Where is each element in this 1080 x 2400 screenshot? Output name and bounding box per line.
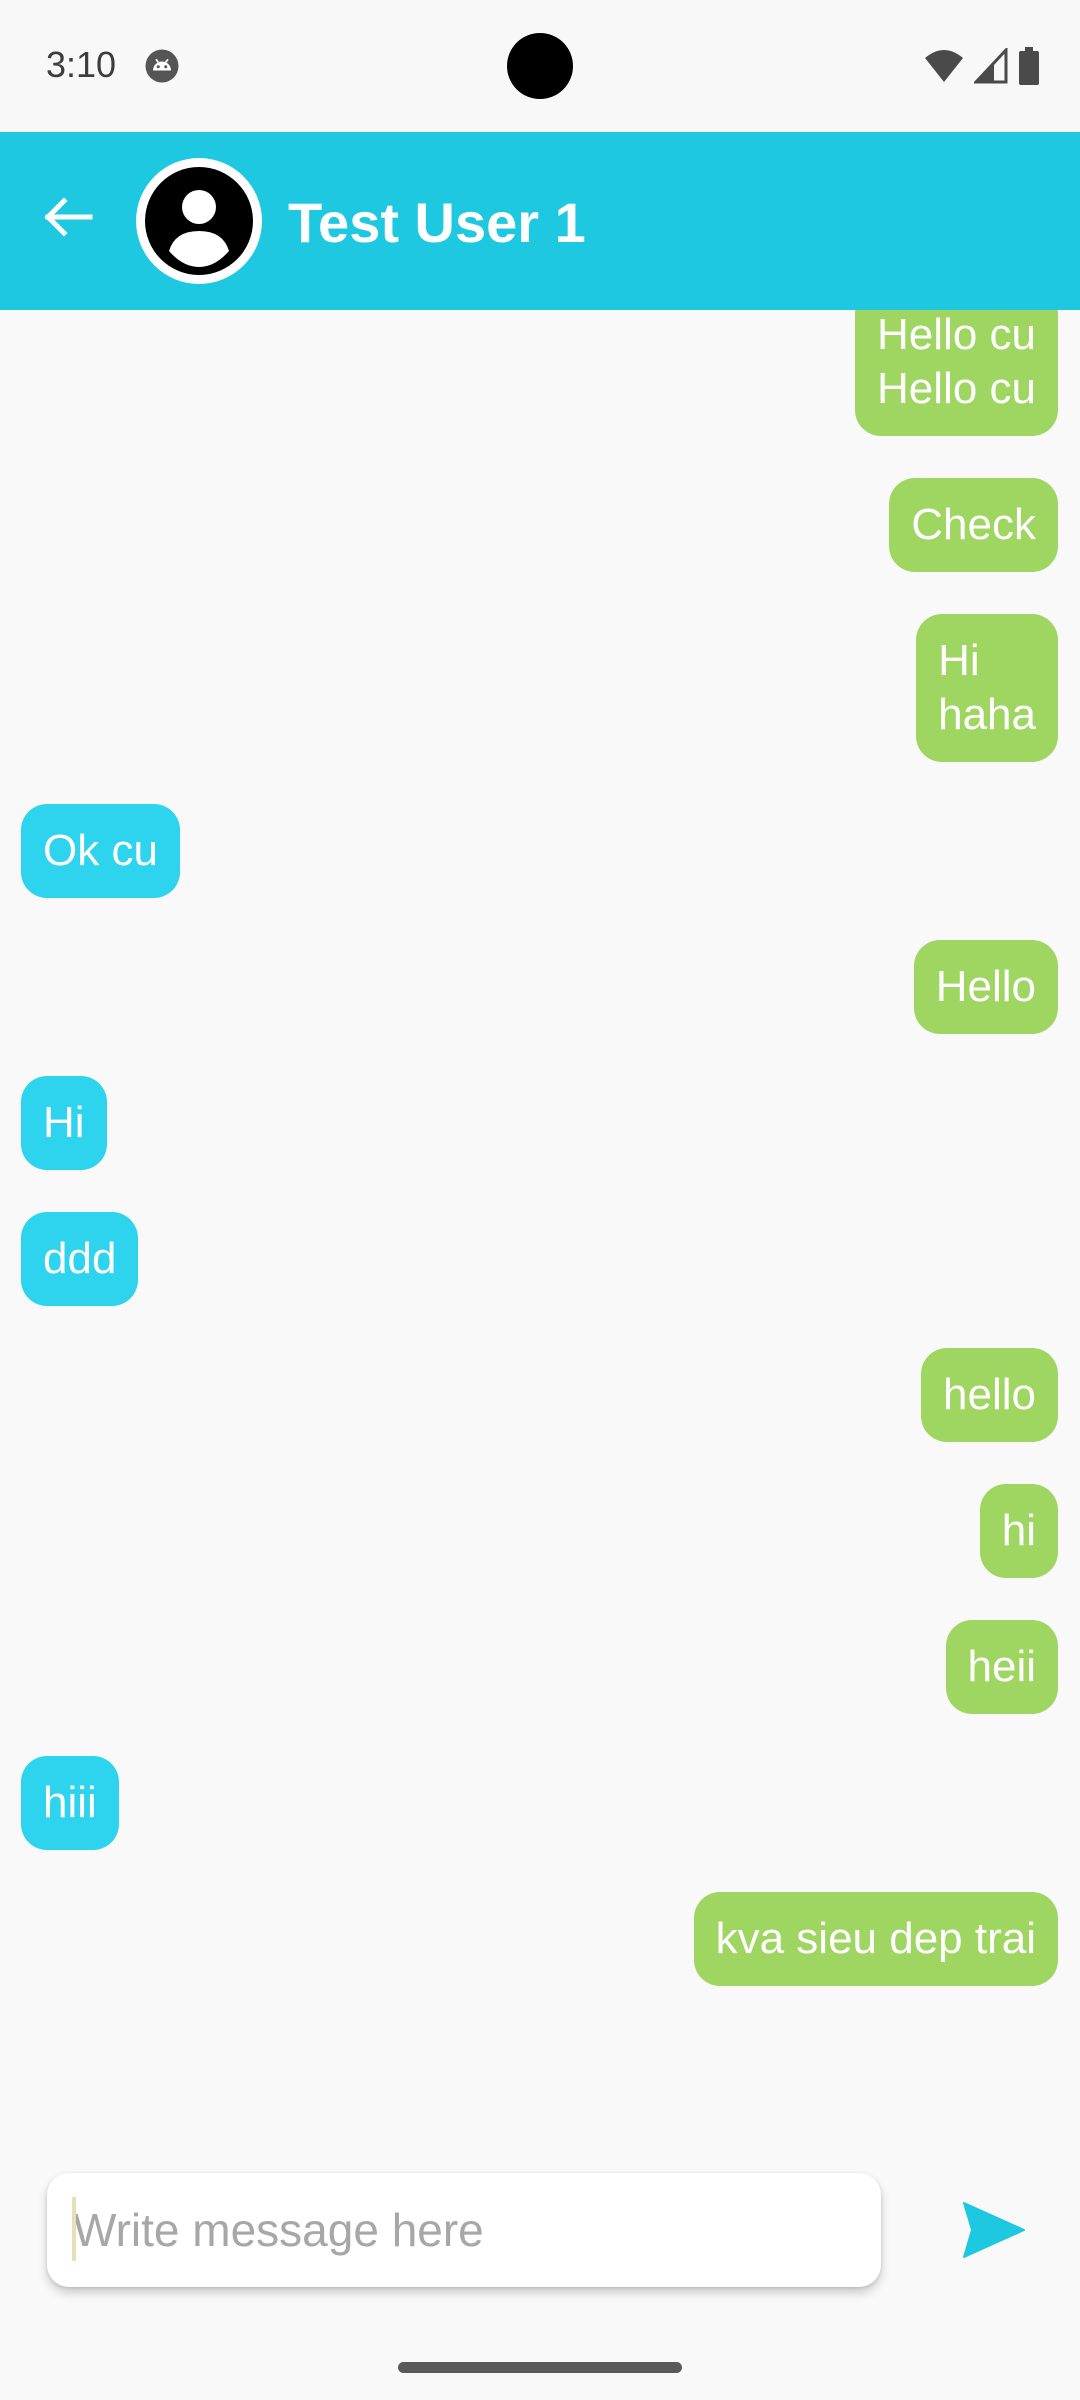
outgoing-message-bubble[interactable]: Hi haha — [916, 614, 1058, 762]
outgoing-message-bubble[interactable]: Hello cu Hello cu — [855, 310, 1058, 436]
incoming-message-bubble[interactable]: hiii — [21, 1756, 119, 1850]
message-row: hiii — [0, 1756, 1080, 1892]
status-bar: 3:10 — [0, 0, 1080, 132]
outgoing-message-bubble[interactable]: hello — [921, 1348, 1058, 1442]
message-list[interactable]: Hello cu Hello cu Check Hi haha Ok cu Hello H… — [0, 310, 1080, 2130]
message-row: Ok cu — [0, 804, 1080, 940]
wifi-icon — [925, 50, 963, 82]
text-cursor — [72, 2197, 76, 2261]
message-row: hi — [0, 1484, 1080, 1620]
outgoing-message-bubble[interactable]: kva sieu dep trai — [693, 1892, 1058, 1986]
message-row: Hi haha — [0, 614, 1080, 804]
back-button[interactable] — [36, 185, 100, 249]
message-list-content: Hello cu Hello cu Check Hi haha Ok cu Hello H… — [0, 310, 1080, 2028]
send-icon[interactable] — [962, 2201, 1026, 2259]
camera-cutout — [507, 33, 573, 99]
chat-app-bar: Test User 1 — [0, 132, 1080, 310]
outgoing-message-bubble[interactable]: heii — [945, 1620, 1058, 1714]
message-row: hello — [0, 1348, 1080, 1484]
message-row: Hi — [0, 1076, 1080, 1212]
message-input[interactable] — [47, 2173, 881, 2287]
chat-title: Test User 1 — [288, 191, 586, 254]
message-row: Hello — [0, 940, 1080, 1076]
incoming-message-bubble[interactable]: Ok cu — [21, 804, 180, 898]
incoming-message-bubble[interactable]: ddd — [21, 1212, 139, 1306]
arrow-left-icon — [44, 197, 93, 237]
outgoing-message-bubble[interactable]: Hello — [913, 940, 1058, 1034]
message-row: heii — [0, 1620, 1080, 1756]
chat-screen: 3:10 Test User 1 Hello cu Hello cu Check… — [0, 0, 1080, 2400]
composer — [0, 2130, 1080, 2330]
message-row: Hello cu Hello cu — [0, 310, 1080, 478]
incoming-message-bubble[interactable]: Hi — [21, 1076, 107, 1170]
outgoing-message-bubble[interactable]: hi — [979, 1484, 1058, 1578]
android-robot-icon — [145, 49, 179, 83]
avatar[interactable] — [136, 158, 262, 284]
message-row: kva sieu dep trai — [0, 1892, 1080, 2028]
account-circle-icon — [145, 167, 253, 275]
message-row: Check — [0, 478, 1080, 614]
cell-signal-icon — [974, 48, 1008, 84]
message-row: ddd — [0, 1212, 1080, 1348]
outgoing-message-bubble[interactable]: Check — [889, 478, 1058, 572]
status-icons — [924, 44, 1040, 88]
home-indicator[interactable] — [398, 2362, 682, 2373]
status-time: 3:10 — [46, 44, 117, 85]
battery-icon — [1019, 47, 1039, 85]
